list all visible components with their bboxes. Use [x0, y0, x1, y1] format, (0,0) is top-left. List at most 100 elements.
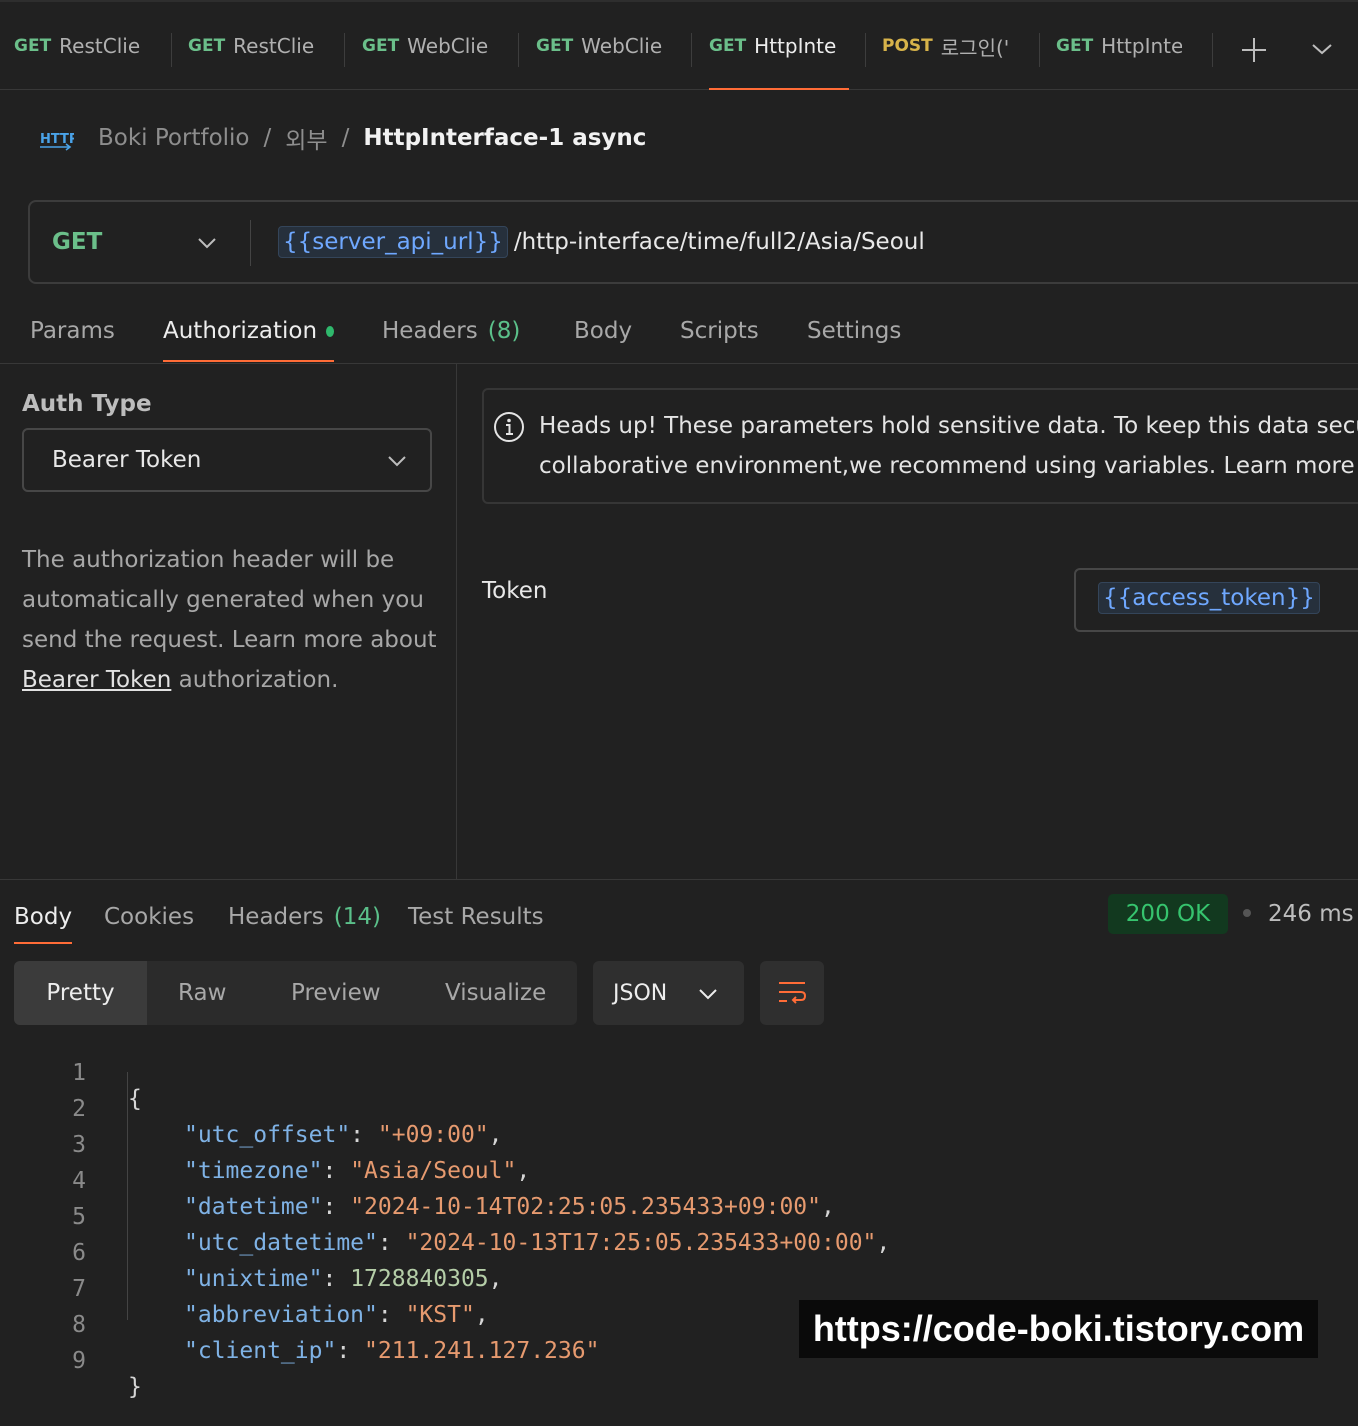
code-line: 4 "datetime": "2024-10-14T02:25:05.23543… — [0, 1142, 1358, 1220]
request-tab-label: RestClie — [59, 34, 140, 58]
request-tab[interactable]: GET HttpInte — [1056, 2, 1182, 90]
code-line: 3 "timezone": "Asia/Seoul", — [0, 1106, 1358, 1184]
request-tab[interactable]: GET RestClie — [14, 2, 140, 90]
request-tab-label: RestClie — [233, 34, 314, 58]
chevron-down-icon[interactable] — [196, 228, 218, 258]
url-path: /http-interface/time/full2/Asia/Seoul — [513, 229, 925, 255]
status-badge[interactable]: 200 OK — [1108, 894, 1228, 934]
info-icon — [494, 412, 524, 442]
svg-text:HTTP: HTTP — [40, 132, 74, 147]
tab-label: Scripts — [680, 318, 759, 344]
breadcrumb-collection[interactable]: Boki Portfolio — [98, 125, 250, 151]
url-divider — [250, 220, 251, 266]
auth-description-tail: authorization. — [171, 667, 339, 693]
request-tab-label: WebClie — [581, 34, 662, 58]
tab-divider — [1039, 33, 1040, 67]
view-pretty[interactable]: Pretty — [14, 961, 147, 1025]
separator-dot — [1243, 909, 1251, 917]
auth-type-value: Bearer Token — [52, 447, 202, 473]
view-preview[interactable]: Preview — [291, 961, 381, 1025]
code-line: 5 "utc_datetime": "2024-10-13T17:25:05.2… — [0, 1178, 1358, 1256]
code-line: 7 "abbreviation": "KST", — [0, 1250, 1358, 1328]
response-time[interactable]: 246 ms — [1268, 894, 1354, 934]
tab-divider — [171, 33, 172, 67]
response-tab-headers[interactable]: Headers (14) — [228, 890, 381, 944]
breadcrumb: HTTP Boki Portfolio / 외부 / HttpInterface… — [38, 118, 646, 158]
request-tab-label: HttpInte — [1101, 34, 1182, 58]
tab-body[interactable]: Body — [574, 300, 632, 362]
chevron-down-icon[interactable] — [1311, 42, 1333, 56]
headers-count: (8) — [487, 318, 521, 344]
tab-label: Headers — [228, 904, 324, 930]
tab-label: Authorization — [163, 318, 318, 344]
view-visualize[interactable]: Visualize — [445, 961, 546, 1025]
request-tab[interactable]: GET RestClie — [188, 2, 314, 90]
tab-divider — [865, 33, 866, 67]
request-tab-label: WebClie — [407, 34, 488, 58]
wrap-lines-icon — [779, 982, 807, 1004]
tab-divider — [691, 33, 692, 67]
auth-type-label: Auth Type — [22, 391, 152, 417]
token-variable[interactable]: {{access_token}} — [1098, 582, 1320, 614]
token-label: Token — [482, 578, 548, 604]
panel-divider — [456, 364, 457, 880]
format-value: JSON — [613, 980, 668, 1006]
method-badge: POST — [882, 36, 933, 56]
response-tab-test-results[interactable]: Test Results — [408, 890, 544, 944]
format-select[interactable]: JSON — [593, 961, 744, 1025]
breadcrumb-separator: / — [341, 125, 350, 151]
wrap-lines-button[interactable] — [760, 961, 824, 1025]
url-variable[interactable]: {{server_api_url}} — [278, 226, 508, 258]
request-tab[interactable]: GET WebClie — [362, 2, 488, 90]
watermark-url: https://code-boki.tistory.com — [799, 1300, 1318, 1358]
tab-divider — [344, 33, 345, 67]
auth-description-text: The authorization header will be automat… — [22, 547, 437, 653]
tab-label: Cookies — [104, 904, 195, 930]
request-tab[interactable]: GET WebClie — [536, 2, 662, 90]
breadcrumb-separator: / — [263, 125, 272, 151]
request-tab-label: HttpInte — [754, 34, 837, 58]
request-section-tabs: Params Authorization Headers (8) Body Sc… — [0, 300, 1358, 364]
chevron-down-icon — [699, 989, 717, 1000]
tab-divider — [518, 33, 519, 67]
breadcrumb-folder[interactable]: 외부 — [285, 121, 327, 155]
breadcrumb-request-name[interactable]: HttpInterface-1 async — [363, 125, 646, 151]
active-indicator-dot — [326, 325, 334, 337]
method-badge: GET — [188, 36, 226, 56]
request-tab-label: 로그인(' — [940, 35, 1010, 60]
tab-settings[interactable]: Settings — [807, 300, 901, 362]
notice-line: Heads up! These parameters hold sensitiv… — [539, 413, 1358, 439]
tab-label: Headers — [382, 318, 478, 344]
request-tab-strip: GET RestClie GET RestClie GET WebClie GE… — [0, 0, 1358, 90]
response-divider — [0, 879, 1358, 880]
tab-label: Body — [574, 318, 633, 344]
request-tab[interactable]: POST 로그인(' — [882, 2, 1010, 90]
plus-icon[interactable] — [1240, 36, 1268, 64]
tab-authorization[interactable]: Authorization — [163, 300, 334, 362]
url-input[interactable]: {{server_api_url}} /http-interface/time/… — [278, 202, 925, 282]
tab-headers[interactable]: Headers (8) — [382, 300, 520, 362]
http-icon: HTTP — [40, 132, 74, 151]
auth-type-select[interactable]: Bearer Token — [22, 428, 432, 492]
request-tab-active[interactable]: GET HttpInte — [709, 2, 849, 90]
response-tab-body[interactable]: Body — [14, 890, 72, 944]
json-brace: } — [128, 1374, 142, 1400]
response-tab-cookies[interactable]: Cookies — [104, 890, 194, 944]
url-bar: GET {{server_api_url}} /http-interface/t… — [28, 200, 1358, 284]
sensitive-data-notice: Heads up! These parameters hold sensitiv… — [482, 388, 1358, 504]
method-badge: GET — [14, 36, 52, 56]
response-headers-count: (14) — [333, 904, 381, 930]
method-badge: GET — [1056, 36, 1094, 56]
tab-label: Params — [30, 318, 115, 344]
method-badge: GET — [362, 36, 400, 56]
token-input[interactable]: {{access_token}} — [1074, 568, 1358, 632]
tab-scripts[interactable]: Scripts — [680, 300, 759, 362]
chevron-down-icon — [388, 456, 406, 467]
bearer-token-link[interactable]: Bearer Token — [22, 667, 171, 693]
method-select[interactable]: GET — [52, 202, 102, 282]
tab-params[interactable]: Params — [30, 300, 115, 362]
view-raw[interactable]: Raw — [178, 961, 226, 1025]
code-line: 6 "unixtime": 1728840305, — [0, 1214, 1358, 1292]
tab-divider — [1212, 33, 1213, 67]
tab-label: Body — [14, 904, 73, 930]
